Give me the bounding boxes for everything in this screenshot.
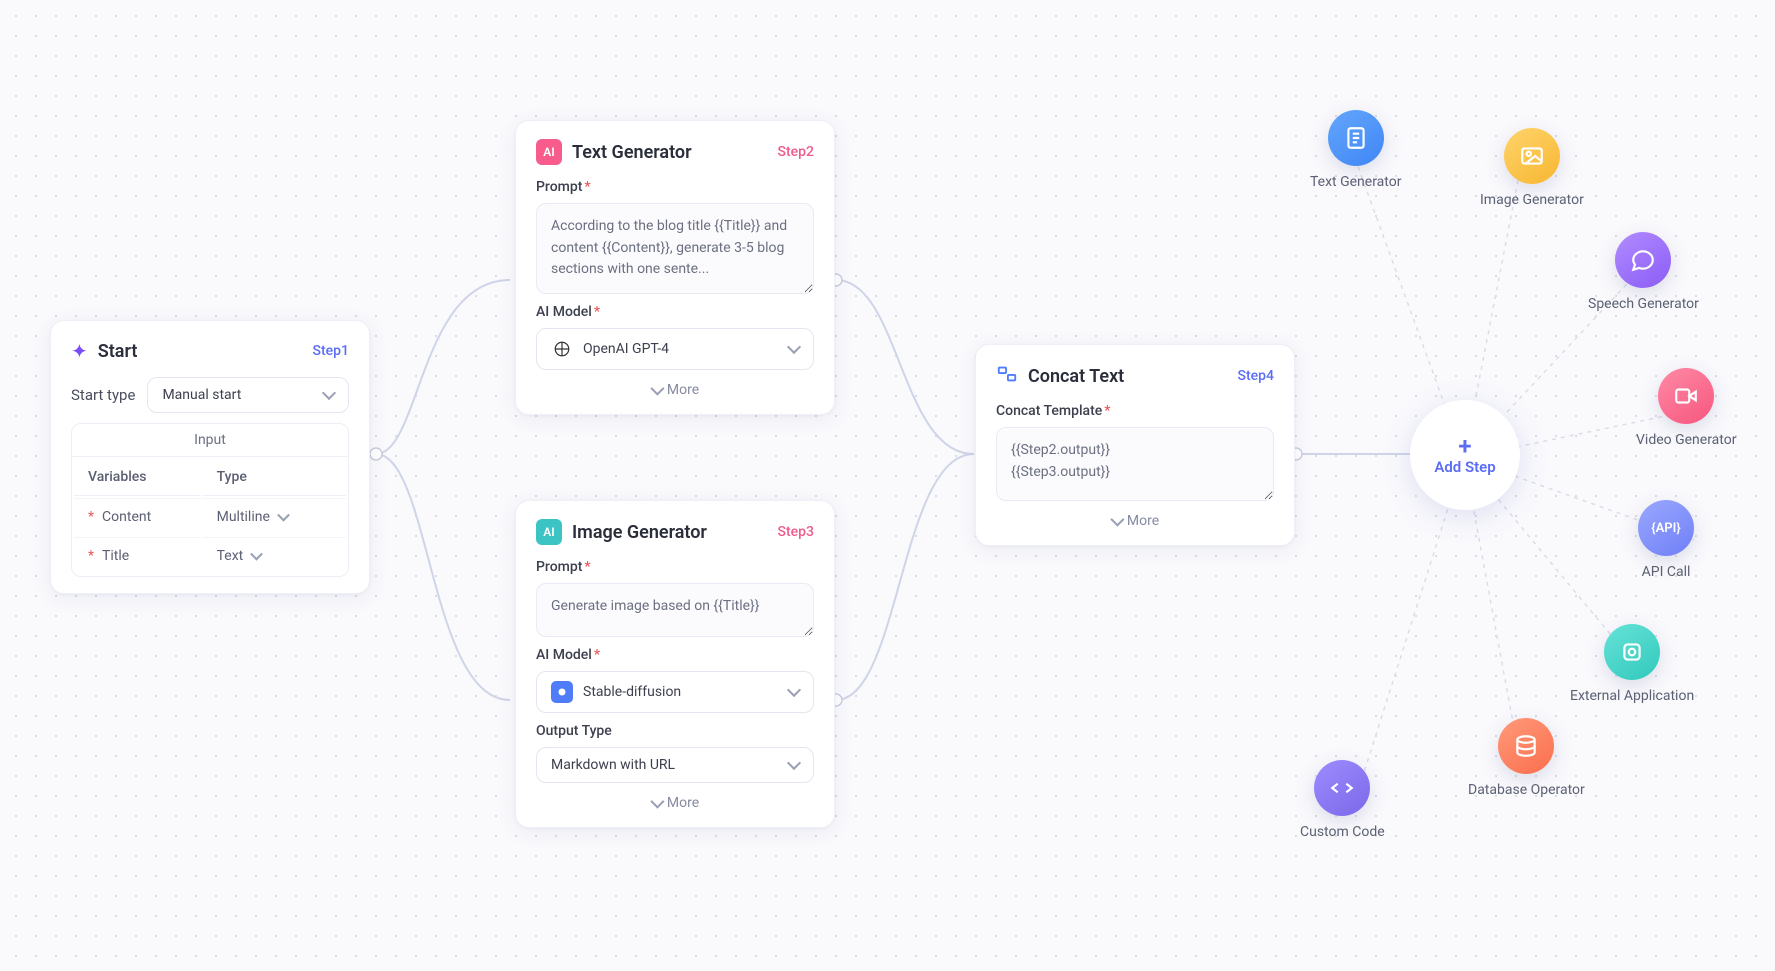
radial-image-generator[interactable]: Image Generator	[1480, 128, 1584, 208]
radial-speech-generator[interactable]: Speech Generator	[1588, 232, 1699, 312]
radial-external-application[interactable]: External Application	[1570, 624, 1694, 704]
input-header: Input	[72, 424, 348, 457]
radial-text-generator[interactable]: Text Generator	[1310, 110, 1401, 190]
start-type-select[interactable]: Manual start	[147, 377, 349, 413]
imagegen-more[interactable]: More	[536, 795, 814, 811]
textgen-prompt[interactable]: According to the blog title {{Title}} an…	[536, 203, 814, 294]
concat-template[interactable]: {{Step2.output}} {{Step3.output}}	[996, 427, 1274, 501]
imagegen-output-select[interactable]: Markdown with URL	[536, 747, 814, 783]
start-step-tag: Step1	[313, 343, 349, 359]
sparkle-icon: ✦	[71, 339, 88, 363]
ai-icon: AI	[536, 139, 562, 165]
stable-diffusion-icon	[551, 681, 573, 703]
textgen-model-select[interactable]: OpenAI GPT-4	[536, 328, 814, 370]
start-type-label: Start type	[71, 386, 135, 404]
imagegen-model-select[interactable]: Stable-diffusion	[536, 671, 814, 713]
radial-api-call[interactable]: {API} API Call	[1638, 500, 1694, 580]
imagegen-prompt[interactable]: Generate image based on {{Title}}	[536, 583, 814, 637]
textgen-step-tag: Step2	[778, 144, 814, 160]
ai-icon: AI	[536, 519, 562, 545]
concat-icon	[996, 363, 1018, 389]
start-node[interactable]: ✦ Start Step1 Start type Manual start In…	[50, 320, 370, 594]
radial-video-generator[interactable]: Video Generator	[1636, 368, 1736, 448]
external-app-icon	[1604, 624, 1660, 680]
input-row[interactable]: *Content Multiline	[74, 498, 346, 535]
textgen-more[interactable]: More	[536, 382, 814, 398]
type-select[interactable]: Text	[217, 548, 266, 564]
code-icon	[1314, 760, 1370, 816]
text-generator-node[interactable]: AI Text Generator Step2 Prompt* Accordin…	[515, 120, 835, 415]
start-title: Start	[98, 341, 313, 362]
image-icon	[1504, 128, 1560, 184]
type-select[interactable]: Multiline	[217, 509, 292, 525]
textgen-title: Text Generator	[572, 142, 778, 163]
openai-icon	[551, 338, 573, 360]
plus-icon: +	[1458, 434, 1471, 458]
col-variables: Variables	[74, 459, 201, 496]
concat-step-tag: Step4	[1238, 368, 1274, 384]
document-icon	[1328, 110, 1384, 166]
video-icon	[1658, 368, 1714, 424]
imagegen-title: Image Generator	[572, 522, 778, 543]
image-generator-node[interactable]: AI Image Generator Step3 Prompt* Generat…	[515, 500, 835, 828]
imagegen-step-tag: Step3	[778, 524, 814, 540]
col-type: Type	[203, 459, 346, 496]
radial-custom-code[interactable]: Custom Code	[1300, 760, 1385, 840]
speech-icon	[1615, 232, 1671, 288]
add-step-button[interactable]: + Add Step	[1410, 400, 1520, 510]
api-icon: {API}	[1638, 500, 1694, 556]
concat-more[interactable]: More	[996, 513, 1274, 529]
concat-text-node[interactable]: Concat Text Step4 Concat Template* {{Ste…	[975, 344, 1295, 546]
database-icon	[1498, 718, 1554, 774]
concat-title: Concat Text	[1028, 366, 1238, 387]
input-row[interactable]: *Title Text	[74, 537, 346, 574]
radial-database-operator[interactable]: Database Operator	[1468, 718, 1585, 798]
